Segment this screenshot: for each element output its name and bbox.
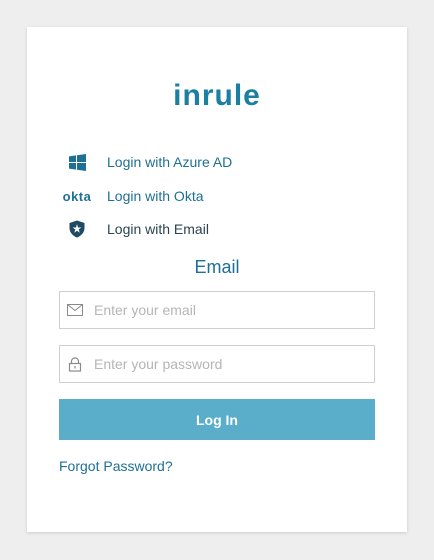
password-input[interactable]: [90, 346, 374, 382]
login-card: inrule Login with Azure AD okta Login wi…: [27, 27, 407, 532]
lock-icon: [60, 356, 90, 372]
azure-ad-login-label: Login with Azure AD: [107, 154, 233, 170]
brand-logo: inrule: [173, 79, 261, 112]
email-field: [59, 291, 375, 329]
email-input[interactable]: [90, 292, 374, 328]
azure-ad-login-link[interactable]: Login with Azure AD: [59, 151, 232, 173]
login-button[interactable]: Log In: [59, 399, 375, 440]
okta-login-label: Login with Okta: [107, 188, 204, 204]
okta-logo-icon: okta: [62, 188, 92, 204]
auth0-shield-icon: [59, 220, 95, 238]
email-login-label: Login with Email: [107, 221, 209, 237]
forgot-password-link[interactable]: Forgot Password?: [59, 458, 173, 474]
envelope-icon: [60, 304, 90, 316]
email-login-link[interactable]: Login with Email: [59, 218, 209, 240]
email-section-title: Email: [194, 257, 240, 277]
windows-icon: [59, 153, 95, 171]
password-field: [59, 345, 375, 383]
okta-login-link[interactable]: okta Login with Okta: [59, 185, 204, 207]
